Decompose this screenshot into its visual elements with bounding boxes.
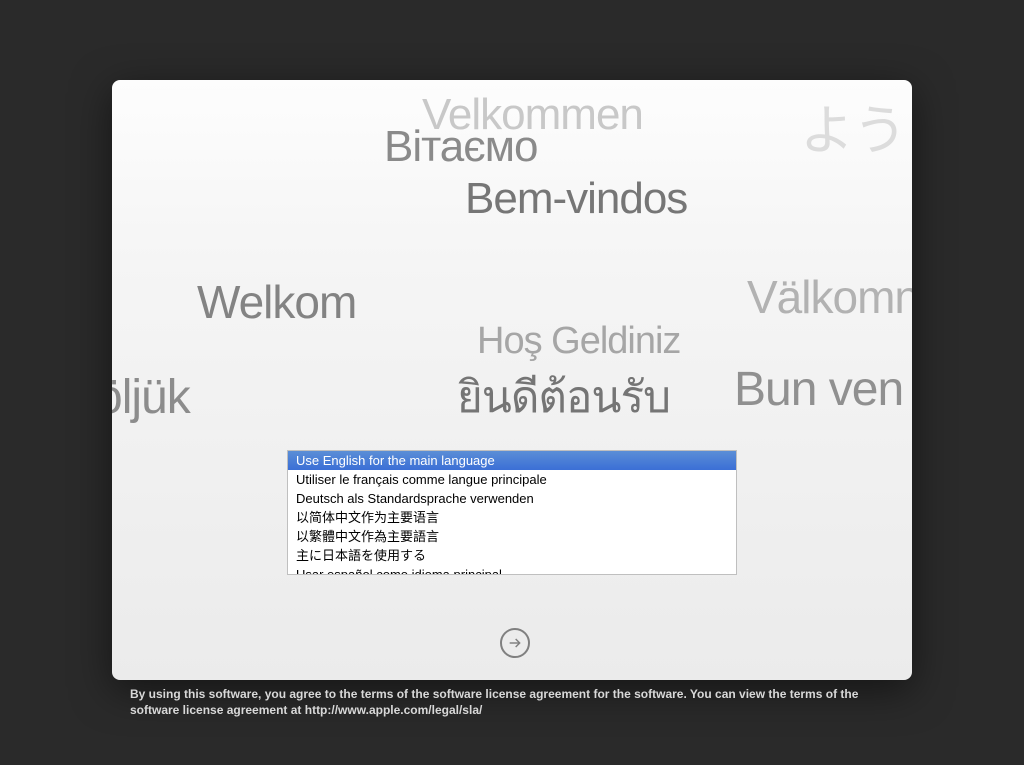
arrow-right-circle-icon	[507, 635, 523, 651]
language-option[interactable]: Deutsch als Standardsprache verwenden	[288, 489, 736, 508]
welcome-word: ยินดีต้อนรับ	[457, 362, 670, 432]
welcome-word: öljük	[112, 370, 190, 425]
welcome-word-cloud: Velkommen Вітаємо ようこ Bem-vindos Welkom …	[112, 80, 912, 680]
welcome-word: Välkomn	[747, 270, 912, 324]
setup-assistant-window: Velkommen Вітаємо ようこ Bem-vindos Welkom …	[112, 80, 912, 680]
language-selection-list[interactable]: Use English for the main language Utilis…	[287, 450, 737, 575]
welcome-word: Welkom	[197, 275, 356, 329]
welcome-word: ようこ	[800, 86, 912, 165]
welcome-word: Bun ven	[734, 362, 903, 417]
language-option[interactable]: Use English for the main language	[288, 451, 736, 470]
language-option[interactable]: Utiliser le français comme langue princi…	[288, 470, 736, 489]
language-option[interactable]: Usar español como idioma principal	[288, 565, 736, 575]
welcome-word: Вітаємо	[384, 122, 537, 172]
next-button[interactable]	[500, 628, 530, 658]
language-option[interactable]: 主に日本語を使用する	[288, 546, 736, 565]
legal-agreement-text: By using this software, you agree to the…	[130, 686, 910, 718]
language-option[interactable]: 以繁體中文作為主要語言	[288, 527, 736, 546]
language-option[interactable]: 以简体中文作为主要语言	[288, 508, 736, 527]
welcome-word: Bem-vindos	[465, 174, 687, 224]
welcome-word: Hoş Geldiniz	[477, 320, 680, 363]
